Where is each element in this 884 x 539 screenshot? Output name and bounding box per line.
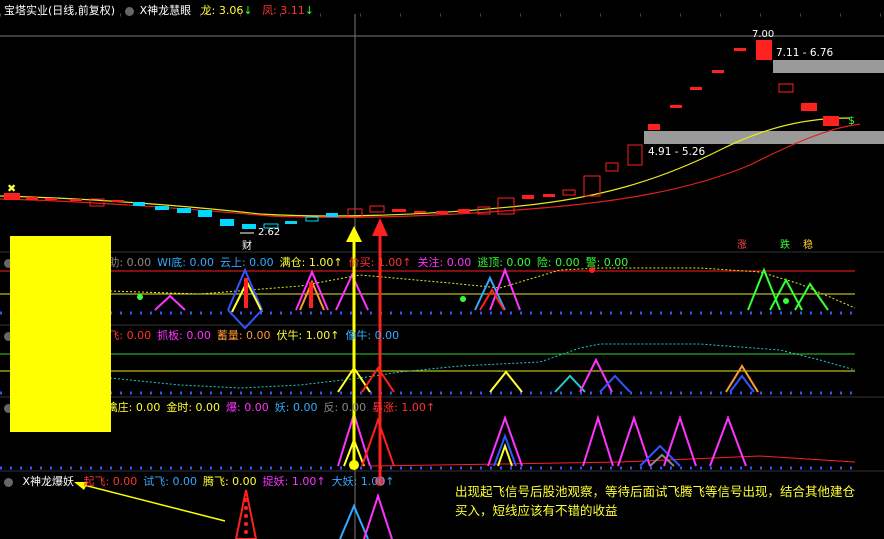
panel4-item: 擒庄: 0.00: [106, 401, 161, 414]
yellow-arrow-head: [346, 226, 362, 242]
p3-dotted-curve: [109, 343, 856, 389]
panel2-item: WI底: 0.00: [157, 256, 214, 269]
panel2-item: 关注: 0.00: [417, 256, 472, 269]
wen-marker: 稳: [803, 240, 813, 251]
panel4-item: 暴涨: 1.00↑: [372, 401, 436, 414]
p2-dot: [783, 298, 789, 304]
p2-dot: [460, 296, 466, 302]
panel5-item: 起飞: 0.00: [83, 475, 138, 488]
p2-dot: [137, 294, 143, 300]
panel3-item: 伏牛: 1.00↑: [276, 329, 340, 342]
support-zone: [644, 131, 884, 144]
panel2-item: 警: 0.00: [585, 256, 629, 269]
low-price-label: 2.62: [258, 227, 281, 238]
resistance-zone: [773, 60, 884, 73]
zhang-marker: 涨: [737, 240, 747, 251]
cai-marker: 财: [242, 241, 252, 252]
panel5-header: X神龙爆妖 起飞: 0.00 试飞: 0.00 腾飞: 0.00 捉妖: 1.00↑ 大…: [4, 473, 407, 489]
p5-triangles: [339, 492, 393, 539]
p2-dotted-curve: [109, 267, 856, 309]
panel2-item: 险: 0.00: [536, 256, 580, 269]
annotation-text: 出现起飞信号后股池观察，等待后面试飞腾飞等信号出现，结合其他建仓买入，短线应该有…: [455, 484, 856, 518]
p3-triangles: [337, 357, 759, 393]
die-marker: 跌: [780, 240, 790, 251]
high-price-label: 7.00: [752, 29, 775, 40]
panel2-item: 云上: 0.00: [219, 256, 274, 269]
p5-red-stack: [234, 489, 258, 539]
p2-triangles: [154, 267, 829, 313]
panel4-item: 爆: 0.00: [226, 401, 269, 414]
panel3-item: 抓板: 0.00: [157, 329, 211, 342]
upper-zone-label: 7.11 - 6.76: [776, 47, 834, 59]
panel4-item: 妖: 0.00: [274, 401, 318, 414]
panel2-item: 满仓: 1.00↑: [279, 256, 343, 269]
panel5-item: 捉妖: 1.00↑: [262, 475, 326, 488]
red-arrow-head: [372, 218, 388, 236]
dollar-marker: $: [848, 114, 855, 127]
label-pointer-line: [79, 483, 226, 522]
p2-bar: [244, 278, 248, 308]
yellow-arrow-anchor: [349, 460, 359, 470]
panel5-title[interactable]: X神龙爆妖: [23, 475, 75, 488]
panel5-item: 试飞: 0.00: [143, 475, 197, 488]
panel2-item: 价买: 1.00↑: [348, 256, 412, 269]
panel4-item: 金时: 0.00: [166, 401, 221, 414]
panel5-item: 大妖: 1.00↑: [331, 475, 395, 488]
lower-zone-label: 4.91 - 5.26: [648, 146, 706, 158]
panel3-item: 蓄量: 0.00: [216, 329, 271, 342]
panel2-item: 逃顶: 0.00: [477, 256, 531, 269]
p4-triangles: [337, 410, 747, 467]
gear-icon[interactable]: [4, 477, 13, 487]
panel4-item: 反: 0.00: [323, 401, 367, 414]
yellow-highlight-block: [10, 236, 111, 432]
panel5-item: 腾飞: 0.00: [202, 475, 257, 488]
panel3-item: 像牛: 0.00: [345, 329, 400, 342]
x-marker: ✖: [7, 182, 16, 195]
p2-bar: [309, 282, 313, 308]
